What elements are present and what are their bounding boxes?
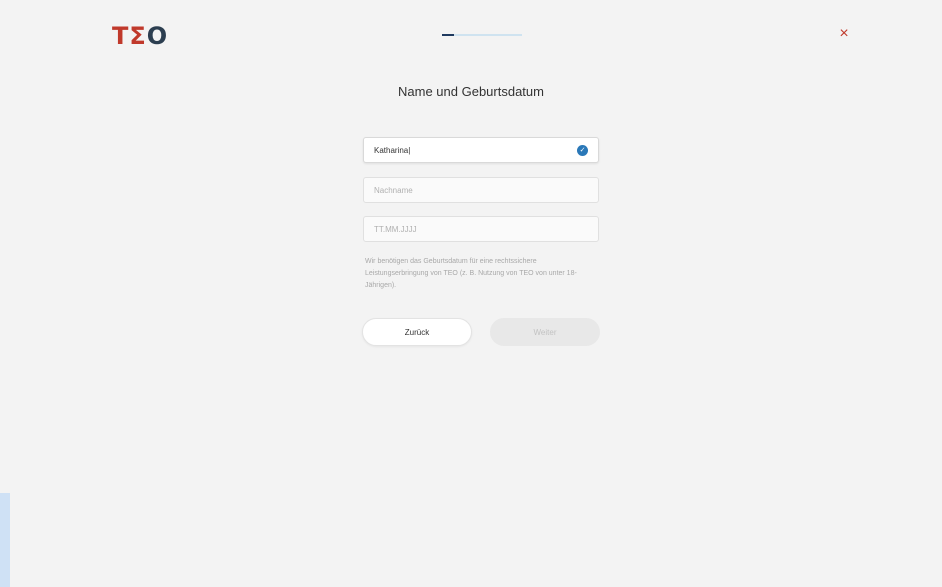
logo-letter-t: T — [112, 22, 130, 50]
last-name-field[interactable]: Nachname — [363, 177, 599, 203]
next-button[interactable]: Weiter — [490, 318, 600, 346]
first-name-field[interactable]: Katharina| ✓ — [363, 137, 599, 163]
birthdate-field[interactable]: TT.MM.JJJJ — [363, 216, 599, 242]
check-circle-icon: ✓ — [577, 144, 588, 156]
teo-logo: TΣO — [112, 22, 168, 50]
back-button[interactable]: Zurück — [362, 318, 472, 346]
birthdate-info-text: Wir benötigen das Geburtsdatum für eine … — [365, 258, 577, 289]
close-icon[interactable]: × — [836, 26, 852, 42]
logo-letter-sigma: Σ — [129, 22, 147, 50]
birthdate-placeholder: TT.MM.JJJJ — [374, 224, 417, 234]
logo-letter-o: O — [146, 22, 169, 50]
progress-fill — [442, 34, 454, 36]
last-name-placeholder: Nachname — [374, 185, 413, 195]
first-name-value: Katharina| — [374, 145, 411, 155]
window-edge-strip — [0, 493, 10, 587]
page-title: Name und Geburtsdatum — [398, 84, 544, 99]
progress-bar — [442, 34, 522, 36]
